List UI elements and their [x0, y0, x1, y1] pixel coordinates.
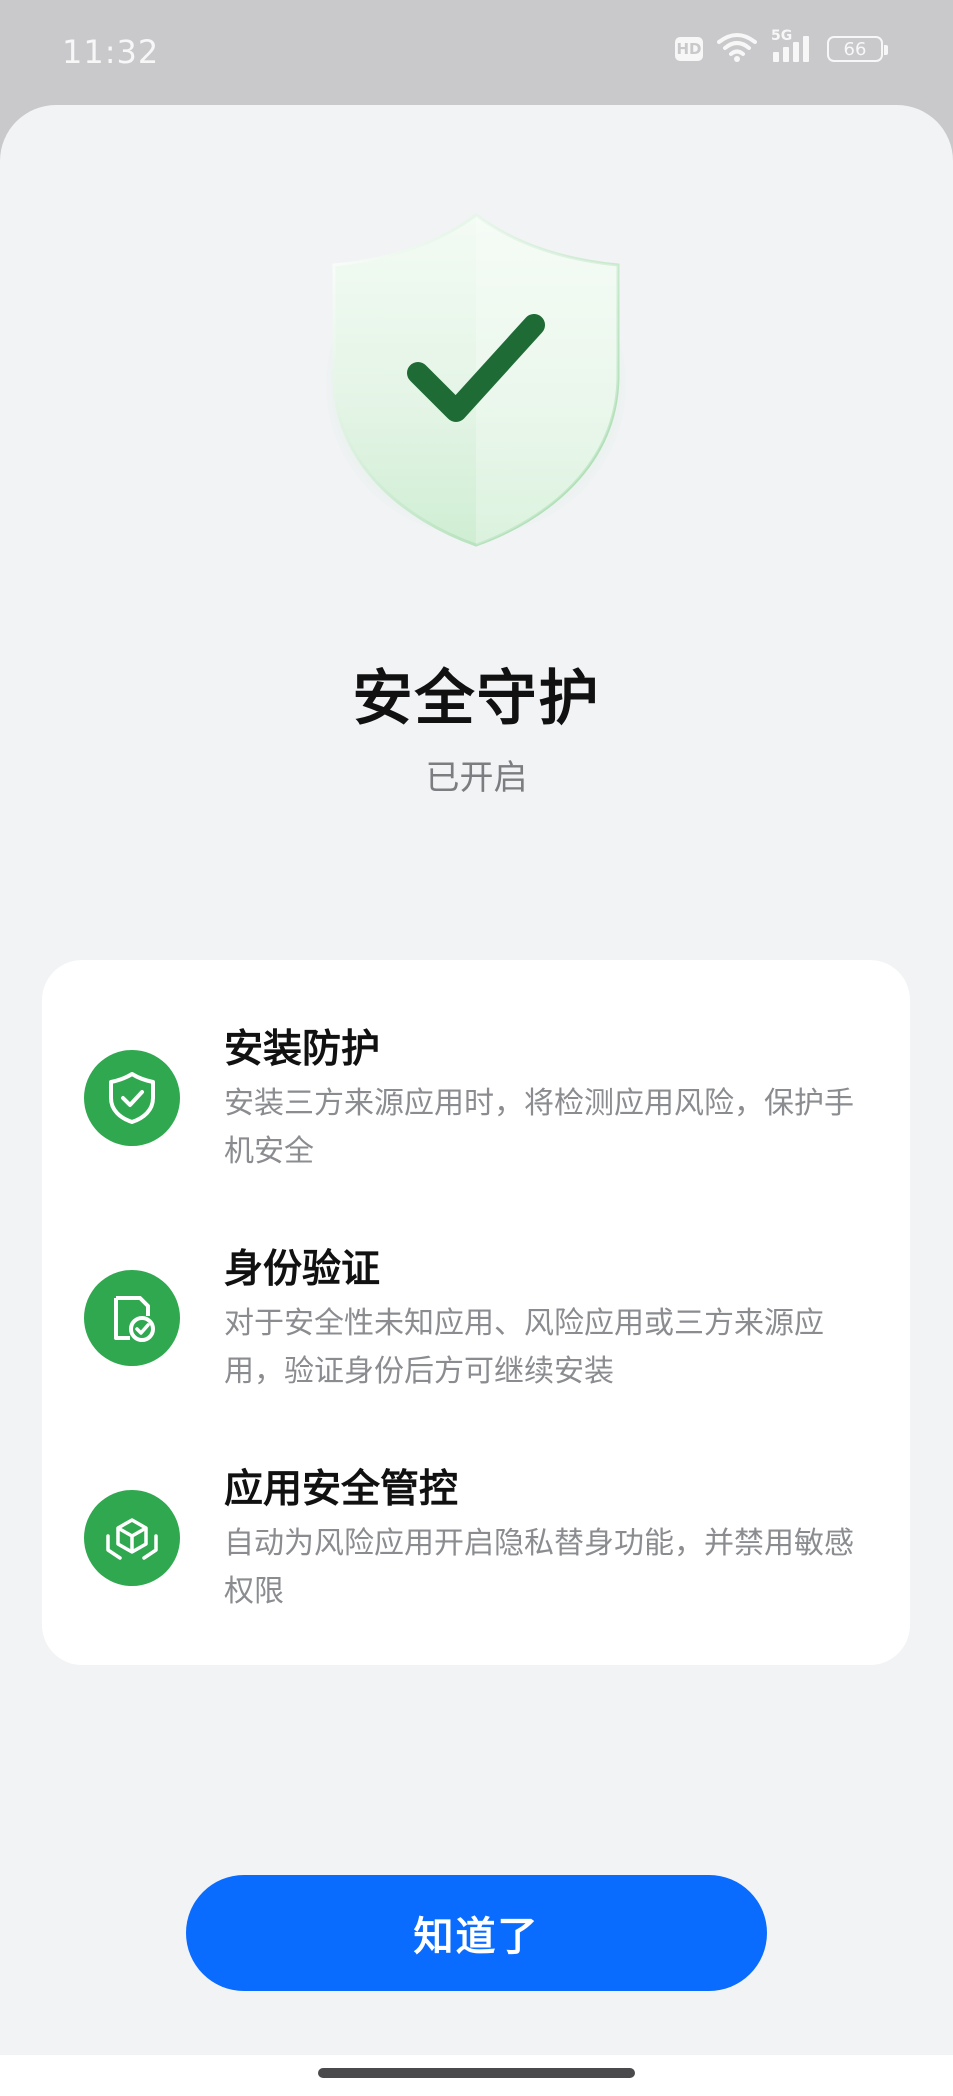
feature-description: 安装三方来源应用时，将检测应用风险，保护手机安全 — [224, 1086, 854, 1169]
cellular-signal-icon: 5G — [771, 28, 813, 64]
security-guard-sheet: 安全守护 已开启 安装防护 安装三方来源应用时，将检测应用风险，保护手机安全 身… — [0, 105, 953, 2055]
feature-description: 自动为风险应用开启隐私替身功能，并禁用敏感权限 — [224, 1526, 854, 1609]
wifi-icon — [717, 32, 757, 66]
shield-check-icon — [84, 1050, 180, 1146]
status-bar: 11:32 HD 5G 66 — [0, 0, 953, 105]
app-control-icon — [84, 1490, 180, 1586]
shield-check-large-icon — [332, 213, 620, 547]
hd-icon: HD — [675, 37, 703, 61]
battery-icon: 66 — [827, 36, 888, 62]
status-icons: HD 5G 66 — [675, 28, 888, 66]
id-verify-icon — [84, 1270, 180, 1366]
status-time: 11:32 — [62, 33, 160, 71]
status-subtitle: 已开启 — [425, 758, 528, 798]
feature-title: 身份验证 — [224, 1247, 381, 1292]
shield-illustration — [316, 185, 636, 565]
got-it-button[interactable]: 知道了 — [186, 1875, 767, 1991]
feature-title: 应用安全管控 — [224, 1467, 459, 1512]
page-title: 安全守护 — [352, 664, 601, 734]
features-card: 安装防护 安装三方来源应用时，将检测应用风险，保护手机安全 身份验证 对于安全性… — [42, 960, 910, 1665]
home-indicator[interactable] — [318, 2068, 635, 2078]
feature-title: 安装防护 — [224, 1027, 381, 1072]
feature-description: 对于安全性未知应用、风险应用或三方来源应用，验证身份后方可继续安装 — [224, 1306, 824, 1389]
